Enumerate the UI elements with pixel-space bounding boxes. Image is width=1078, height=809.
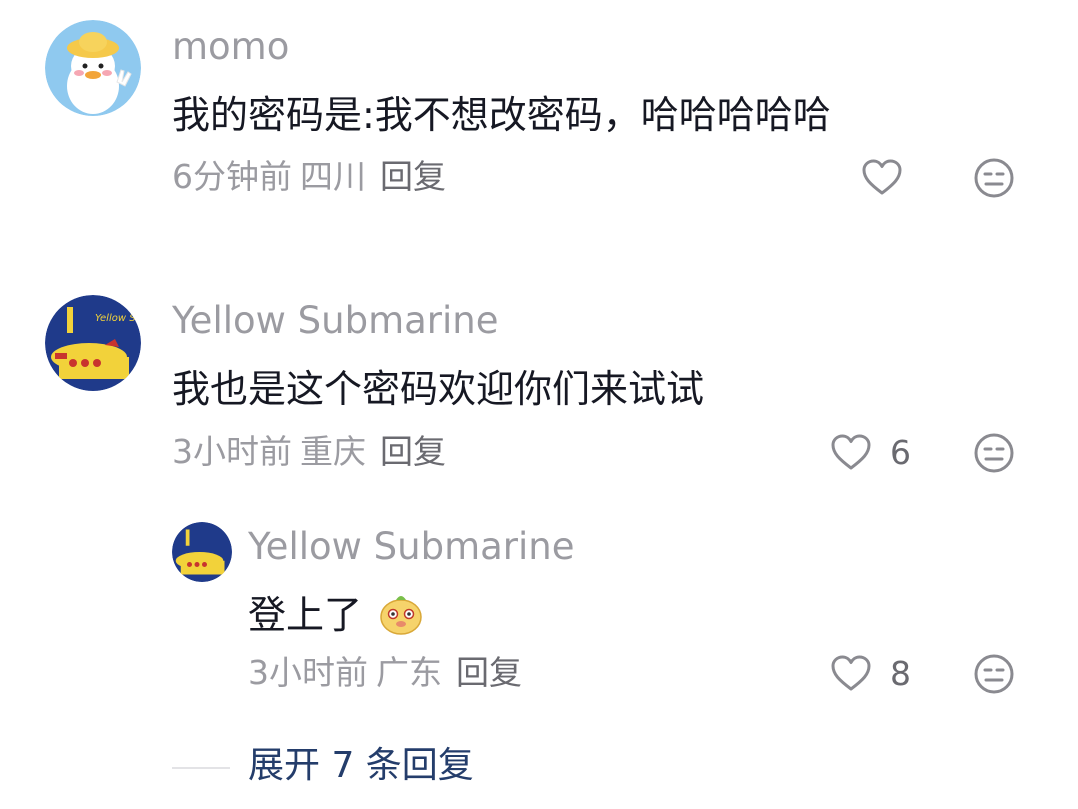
- reply-username[interactable]: Yellow Submarine: [248, 528, 575, 565]
- comment-time: 6分钟前: [172, 157, 292, 196]
- reply-button[interactable]: 回复: [456, 653, 522, 692]
- heart-outline-icon[interactable]: [860, 156, 904, 200]
- comment-location: 重庆: [300, 432, 366, 471]
- comment-username[interactable]: momo: [172, 28, 289, 65]
- reply-meta: 3小时前 广东 回复: [248, 656, 522, 689]
- reply-text: 登上了: [248, 593, 363, 637]
- comment-meta: 6分钟前 四川 回复: [172, 160, 446, 193]
- avatar-logo-text: Yellow Submarine: [95, 313, 141, 324]
- avatar-yellow-submarine-reply[interactable]: [172, 522, 232, 582]
- heart-outline-icon[interactable]: [829, 652, 873, 696]
- emoji-sticker-icon: [380, 596, 422, 635]
- dislike-face-icon[interactable]: [972, 431, 1016, 475]
- reply-text-row: 登上了: [248, 590, 424, 636]
- reply-location: 广东: [376, 653, 442, 692]
- avatar-momo[interactable]: [45, 20, 141, 116]
- comment-text: 我的密码是:我不想改密码，哈哈哈哈哈: [172, 93, 831, 137]
- comment-username[interactable]: Yellow Submarine: [172, 302, 499, 339]
- like-count: 6: [890, 433, 911, 472]
- comment-text: 我也是这个密码欢迎你们来试试: [172, 367, 705, 411]
- comment-location: 四川: [300, 157, 366, 196]
- expand-replies-button[interactable]: 展开 7 条回复: [248, 748, 474, 784]
- reply-time: 3小时前: [248, 653, 368, 692]
- comment-meta: 3小时前 重庆 回复: [172, 435, 446, 468]
- comment-time: 3小时前: [172, 432, 292, 471]
- reply-button[interactable]: 回复: [380, 157, 446, 196]
- expand-divider: [172, 767, 230, 769]
- reply-button[interactable]: 回复: [380, 432, 446, 471]
- dislike-face-icon[interactable]: [972, 156, 1016, 200]
- heart-outline-icon[interactable]: [829, 431, 873, 475]
- like-count: 8: [890, 654, 911, 693]
- avatar-yellow-submarine[interactable]: Yellow Submarine: [45, 295, 141, 391]
- dislike-face-icon[interactable]: [972, 652, 1016, 696]
